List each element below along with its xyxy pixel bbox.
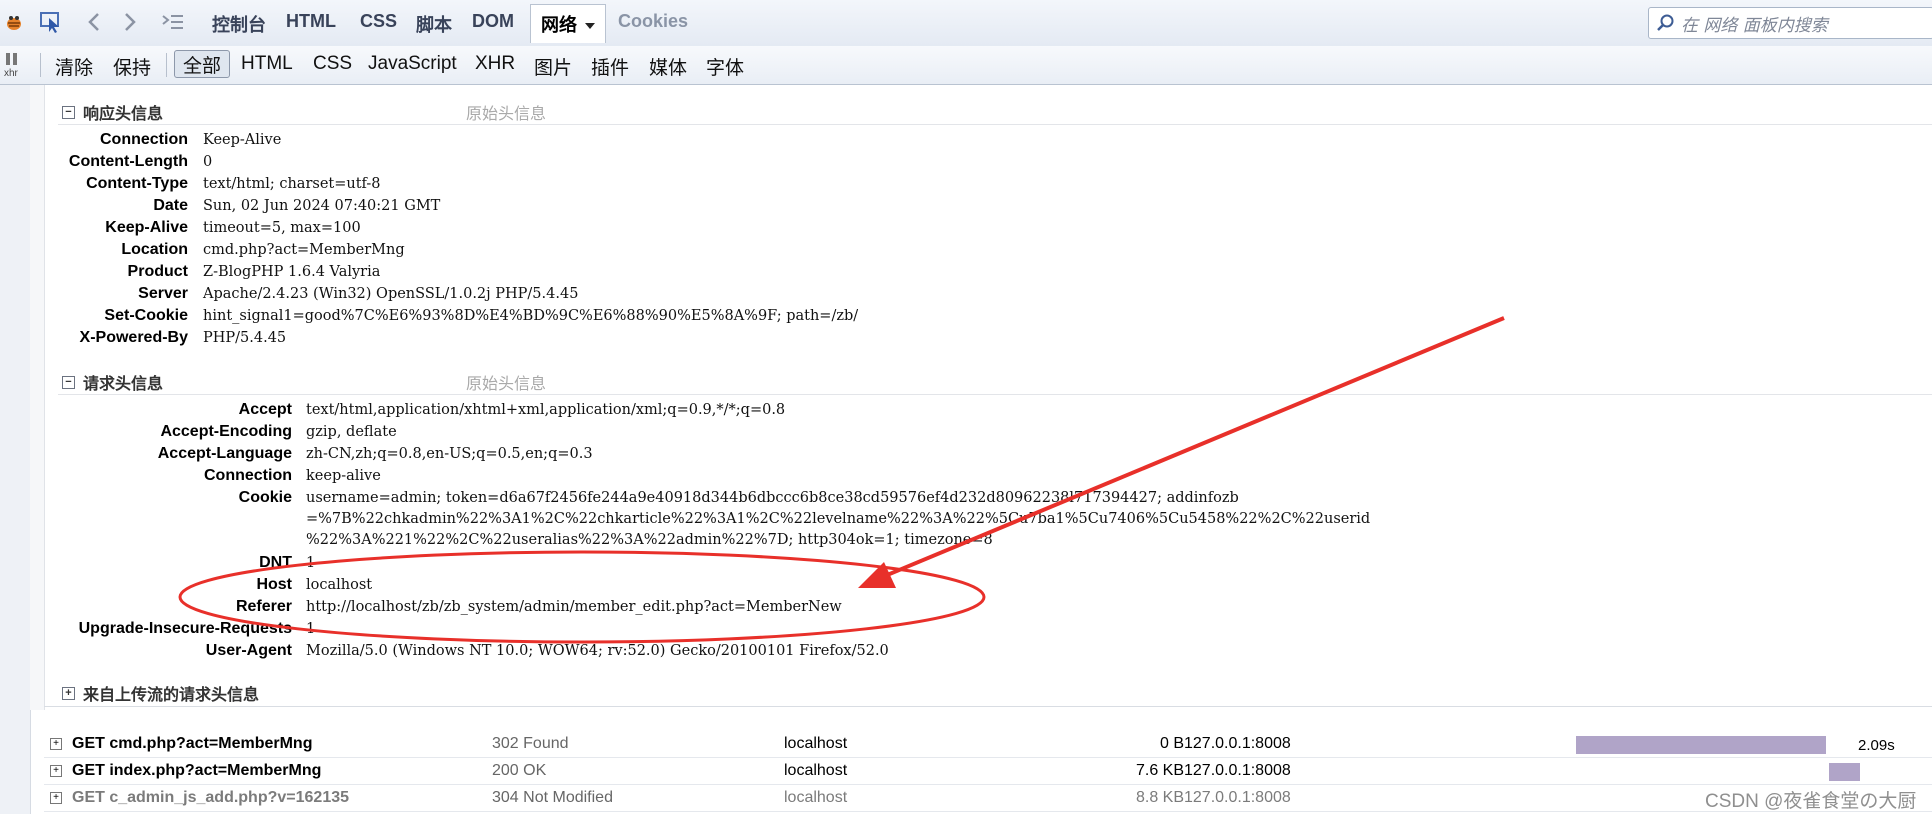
annotation-ellipse (178, 550, 986, 644)
annotation-arrow-line (879, 316, 1505, 580)
watermark: CSDN @夜雀食堂の大厨 (1705, 791, 1917, 812)
red-annotation (178, 316, 1505, 644)
